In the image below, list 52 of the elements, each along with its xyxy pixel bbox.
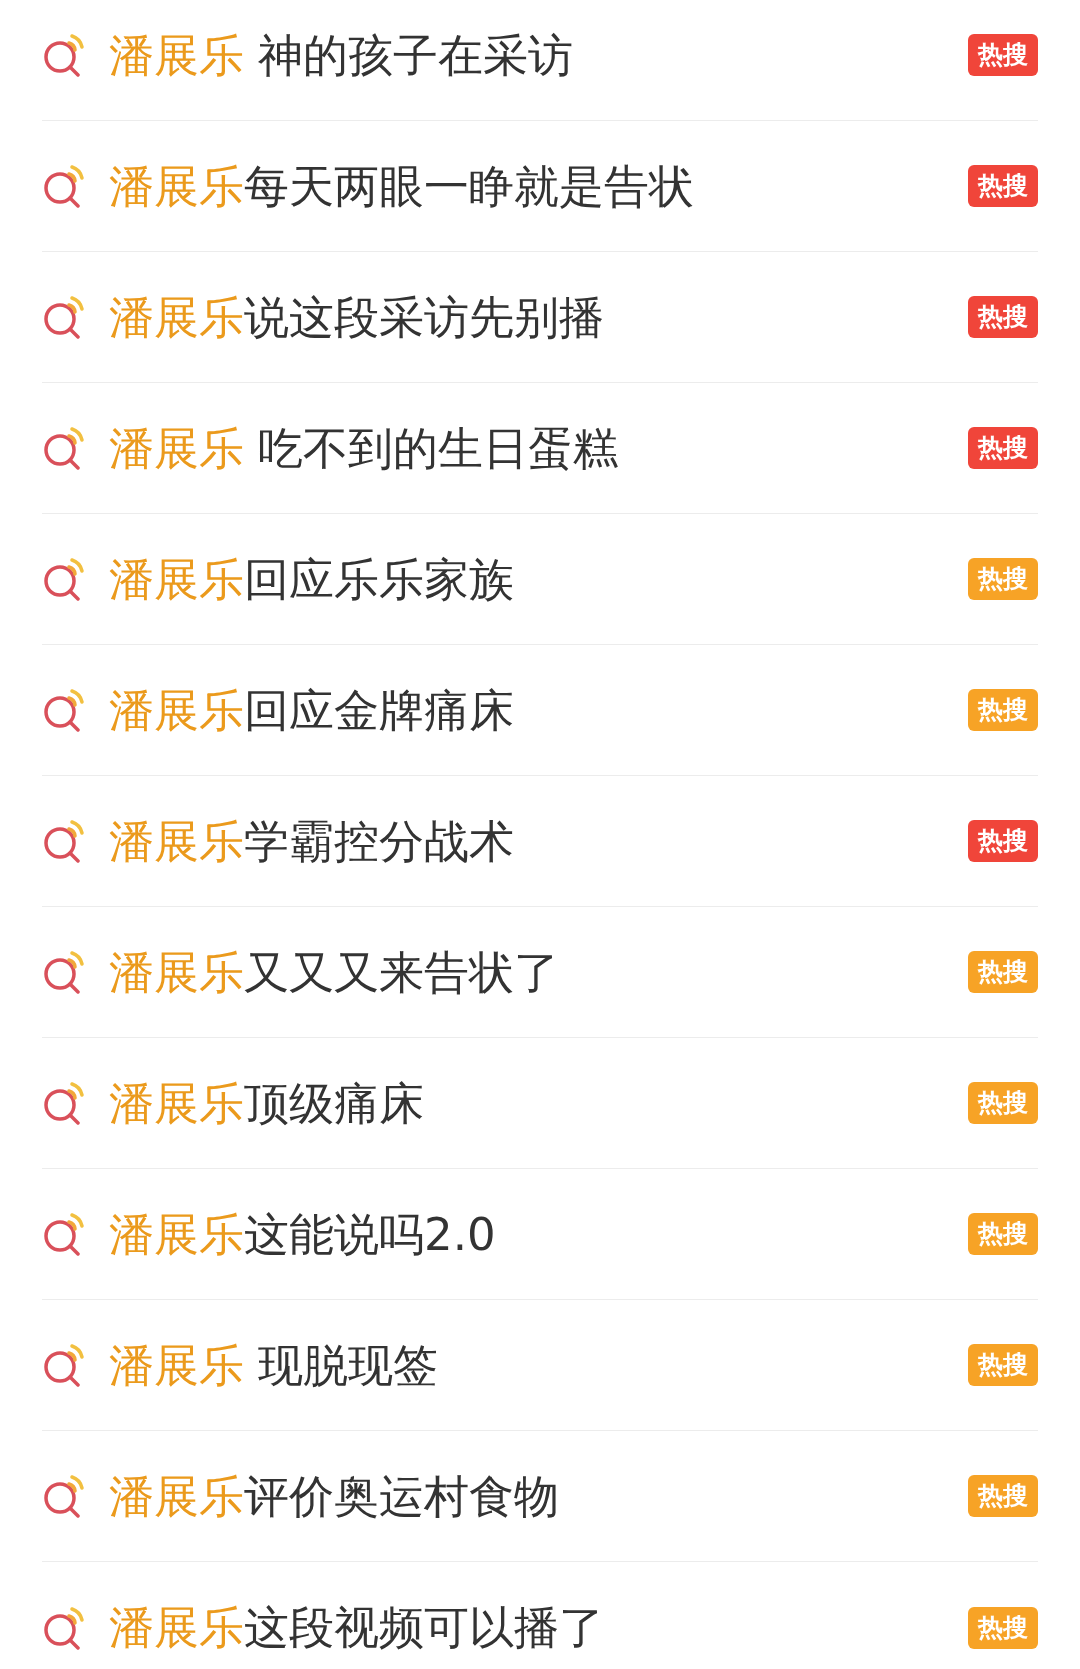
search-result-row[interactable]: 潘展乐顶级痛床 热搜	[42, 1038, 1038, 1169]
search-icon	[42, 164, 86, 208]
hot-badge: 热搜	[968, 558, 1038, 600]
search-term: 潘展乐 现脱现签	[109, 1342, 440, 1388]
hot-badge: 热搜	[968, 1082, 1038, 1124]
search-result-row[interactable]: 潘展乐回应乐乐家族 热搜	[42, 514, 1038, 645]
hot-badge: 热搜	[968, 296, 1038, 338]
hot-badge: 热搜	[968, 820, 1038, 862]
search-icon	[42, 950, 86, 994]
search-term: 潘展乐这段视频可以播了	[109, 1605, 605, 1650]
search-term: 潘展乐这能说吗2.0	[109, 1211, 497, 1257]
search-result-row[interactable]: 潘展乐回应金牌痛床 热搜	[42, 645, 1038, 776]
search-icon	[42, 819, 86, 863]
search-term: 潘展乐又又又来告状了	[109, 949, 560, 995]
search-icon	[42, 33, 86, 77]
search-result-row[interactable]: 潘展乐这段视频可以播了 热搜	[42, 1562, 1038, 1669]
search-result-row[interactable]: 潘展乐 神的孩子在采访 热搜	[42, 0, 1038, 121]
search-icon	[42, 426, 86, 470]
search-term: 潘展乐 吃不到的生日蛋糕	[109, 425, 620, 471]
hot-badge: 热搜	[968, 1213, 1038, 1255]
search-result-row[interactable]: 潘展乐 吃不到的生日蛋糕 热搜	[42, 383, 1038, 514]
search-result-row[interactable]: 潘展乐评价奥运村食物 热搜	[42, 1431, 1038, 1562]
search-icon	[42, 1212, 86, 1256]
search-term: 潘展乐学霸控分战术	[109, 818, 515, 864]
search-icon	[42, 688, 86, 732]
hot-badge: 热搜	[968, 1606, 1038, 1649]
search-result-row[interactable]: 潘展乐 现脱现签 热搜	[42, 1300, 1038, 1431]
search-result-row[interactable]: 潘展乐说这段采访先别播 热搜	[42, 252, 1038, 383]
hot-badge: 热搜	[968, 427, 1038, 469]
search-icon	[42, 1081, 86, 1125]
search-result-row[interactable]: 潘展乐又又又来告状了 热搜	[42, 907, 1038, 1038]
search-icon	[42, 1343, 86, 1387]
hot-badge: 热搜	[968, 1344, 1038, 1386]
search-term: 潘展乐回应乐乐家族	[109, 556, 515, 602]
search-icon	[42, 1474, 86, 1518]
hot-badge: 热搜	[968, 689, 1038, 731]
search-term: 潘展乐回应金牌痛床	[109, 687, 515, 733]
search-term: 潘展乐每天两眼一睁就是告状	[109, 163, 695, 209]
hot-badge: 热搜	[968, 951, 1038, 993]
search-term: 潘展乐评价奥运村食物	[109, 1473, 560, 1519]
search-term: 潘展乐 神的孩子在采访	[109, 32, 575, 78]
search-result-row[interactable]: 潘展乐每天两眼一睁就是告状 热搜	[42, 121, 1038, 252]
search-result-row[interactable]: 潘展乐学霸控分战术 热搜	[42, 776, 1038, 907]
search-term: 潘展乐说这段采访先别播	[109, 294, 605, 340]
search-icon	[42, 1605, 86, 1650]
search-icon	[42, 295, 86, 339]
search-result-row[interactable]: 潘展乐这能说吗2.0 热搜	[42, 1169, 1038, 1300]
hot-badge: 热搜	[968, 1475, 1038, 1517]
search-term: 潘展乐顶级痛床	[109, 1080, 425, 1126]
search-icon	[42, 557, 86, 601]
hot-badge: 热搜	[968, 165, 1038, 207]
hot-badge: 热搜	[968, 34, 1038, 76]
